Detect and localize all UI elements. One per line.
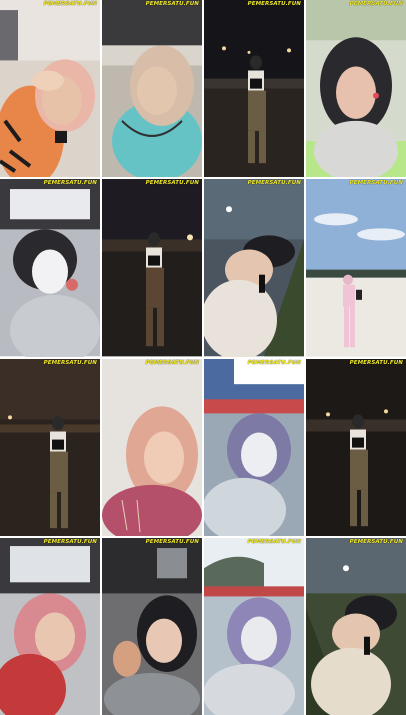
photo-tile[interactable]: PEMERSATU.FUN <box>102 0 202 178</box>
photo-tile[interactable]: PEMERSATU.FUN <box>0 179 100 357</box>
tile-image <box>0 358 100 536</box>
tile-image <box>204 358 304 536</box>
watermark-text: PEMERSATU.FUN <box>247 1 301 7</box>
watermark-text: PEMERSATU.FUN <box>145 359 199 366</box>
tile-image <box>306 179 406 357</box>
photo-tile[interactable]: PEMERSATU.FUN <box>204 179 304 357</box>
photo-tile[interactable]: PEMERSATU.FUN <box>0 358 100 536</box>
photo-tile[interactable]: PEMERSATU.FUN <box>102 358 202 536</box>
tile-image <box>306 537 406 715</box>
watermark-text: PEMERSATU.FUN <box>145 1 199 7</box>
photo-tile[interactable]: PEMERSATU.FUN <box>102 179 202 357</box>
photo-tile[interactable]: PEMERSATU.FUN <box>102 537 202 715</box>
photo-tile[interactable]: PEMERSATU.FUN <box>204 0 304 178</box>
watermark-text: PEMERSATU.FUN <box>349 538 403 545</box>
watermark-text: PEMERSATU.FUN <box>43 1 97 7</box>
tile-image <box>306 358 406 536</box>
watermark-text: PEMERSATU.FUN <box>145 538 199 545</box>
photo-tile[interactable]: PEMERSATU.FUN <box>306 537 406 715</box>
tile-image <box>0 537 100 715</box>
photo-tile[interactable]: PEMERSATU.FUN <box>306 0 406 178</box>
watermark-text: PEMERSATU.FUN <box>247 180 301 187</box>
tile-image <box>102 179 202 357</box>
watermark-text: PEMERSATU.FUN <box>247 359 301 366</box>
tile-image <box>306 0 406 178</box>
watermark-text: PEMERSATU.FUN <box>349 359 403 366</box>
watermark-text: PEMERSATU.FUN <box>43 180 97 187</box>
tile-image <box>204 537 304 715</box>
watermark-text: PEMERSATU.FUN <box>247 538 301 545</box>
tile-image <box>102 0 202 178</box>
tile-image <box>204 179 304 357</box>
tile-image <box>0 0 100 178</box>
photo-tile[interactable]: PEMERSATU.FUN <box>204 537 304 715</box>
photo-tile[interactable]: PEMERSATU.FUN <box>0 537 100 715</box>
photo-tile[interactable]: PEMERSATU.FUN <box>306 358 406 536</box>
watermark-text: PEMERSATU.FUN <box>43 538 97 545</box>
tile-image <box>0 179 100 357</box>
watermark-text: PEMERSATU.FUN <box>43 359 97 366</box>
tile-image <box>204 0 304 178</box>
tile-image <box>102 358 202 536</box>
tile-image <box>102 537 202 715</box>
photo-tile[interactable]: PEMERSATU.FUN <box>204 358 304 536</box>
watermark-text: PEMERSATU.FUN <box>349 180 403 187</box>
watermark-text: PEMERSATU.FUN <box>145 180 199 187</box>
photo-tile[interactable]: PEMERSATU.FUN <box>0 0 100 178</box>
watermark-text: PEMERSATU.FUN <box>349 1 403 7</box>
photo-tile[interactable]: PEMERSATU.FUN <box>306 179 406 357</box>
photo-grid: PEMERSATU.FUN PEMERSATU.FUN PEMERSATU.FU… <box>0 0 406 715</box>
